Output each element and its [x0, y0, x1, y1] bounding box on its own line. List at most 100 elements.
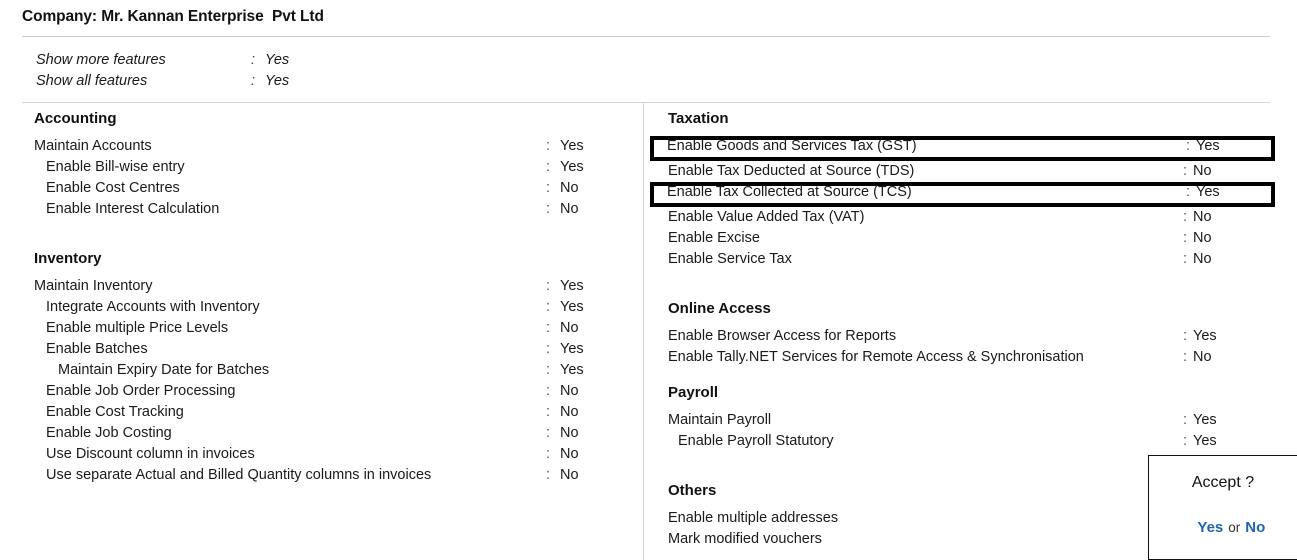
option-label: Use separate Actual and Billed Quantity …: [46, 467, 432, 483]
option-row[interactable]: Enable Excise: No: [651, 228, 1297, 249]
accept-actions: Yes or No: [1149, 502, 1297, 553]
option-value[interactable]: No: [560, 178, 579, 199]
option-row[interactable]: Enable Job Order Processing: No: [0, 381, 643, 402]
option-value[interactable]: Yes: [1193, 326, 1217, 347]
option-value[interactable]: No: [1193, 228, 1212, 249]
option-colon: :: [546, 341, 551, 357]
option-colon: :: [546, 362, 551, 378]
show-features-row[interactable]: Show all features: Yes: [36, 73, 356, 94]
option-value[interactable]: Yes: [560, 339, 584, 360]
option-label: Enable Job Order Processing: [46, 383, 236, 399]
option-value[interactable]: Yes: [1193, 410, 1217, 431]
option-row[interactable]: Maintain Expiry Date for Batches: Yes: [0, 360, 643, 381]
title-gap: [0, 267, 643, 276]
option-row[interactable]: Enable Interest Calculation: No: [0, 199, 643, 220]
option-row[interactable]: Integrate Accounts with Inventory: Yes: [0, 297, 643, 318]
accept-question-label: Accept ?: [1191, 474, 1255, 491]
option-colon: :: [1183, 230, 1188, 246]
option-row[interactable]: Enable Batches: Yes: [0, 339, 643, 360]
features-divider: [22, 102, 1270, 103]
option-row[interactable]: Enable multiple Price Levels: No: [0, 318, 643, 339]
option-value[interactable]: No: [560, 402, 579, 423]
option-value[interactable]: Yes: [1193, 431, 1217, 452]
option-label: Enable Batches: [46, 341, 148, 357]
option-row[interactable]: Enable Service Tax: No: [651, 249, 1297, 270]
section-title-taxation: Taxation: [668, 110, 729, 127]
option-row[interactable]: Use separate Actual and Billed Quantity …: [0, 465, 643, 486]
option-row[interactable]: Enable Bill-wise entry: Yes: [0, 157, 643, 178]
option-row[interactable]: Enable Value Added Tax (VAT): No: [651, 207, 1297, 228]
option-value[interactable]: No: [560, 423, 579, 444]
option-label: Enable Value Added Tax (VAT): [668, 209, 865, 225]
option-row[interactable]: Enable Tax Deducted at Source (TDS): No: [651, 161, 1297, 182]
option-row[interactable]: Maintain Payroll: Yes: [651, 410, 1297, 431]
option-row[interactable]: Enable Browser Access for Reports: Yes: [651, 326, 1297, 347]
title-gap: [651, 401, 1297, 410]
option-colon: :: [1186, 184, 1191, 200]
option-colon: :: [1186, 138, 1191, 154]
accept-dialog[interactable]: Accept ? Yes or No: [1148, 455, 1297, 560]
option-value[interactable]: Yes: [560, 276, 584, 297]
option-row[interactable]: Maintain Accounts: Yes: [0, 136, 643, 157]
option-value[interactable]: No: [560, 444, 579, 465]
option-row[interactable]: Enable Cost Centres: No: [0, 178, 643, 199]
option-row[interactable]: Enable Tally.NET Services for Remote Acc…: [651, 347, 1297, 368]
option-label: Enable multiple Price Levels: [46, 320, 229, 336]
left-column: Accounting Maintain Accounts: Yes Enable Bi…: [0, 110, 643, 486]
section-title-accounting: Accounting: [34, 110, 117, 127]
option-value[interactable]: No: [560, 199, 579, 220]
option-row-selected[interactable]: Enable Goods and Services Tax (GST): Yes: [650, 136, 1275, 161]
option-row[interactable]: Enable Cost Tracking: No: [0, 402, 643, 423]
option-label: Mark modified vouchers: [668, 531, 822, 547]
option-colon: :: [546, 180, 551, 196]
page-title: Company: Mr. Kannan Enterprise Pvt Ltd: [22, 8, 324, 25]
accept-or-label: or: [1228, 520, 1241, 535]
title-gap: [651, 317, 1297, 326]
show-features-colon: :: [251, 52, 256, 68]
option-label: Enable Job Costing: [46, 425, 172, 441]
option-row[interactable]: Use Discount column in invoices: No: [0, 444, 643, 465]
option-label: Enable Tally.NET Services for Remote Acc…: [668, 349, 1084, 365]
option-label: Enable Service Tax: [668, 251, 792, 267]
option-label: Enable Tax Deducted at Source (TDS): [668, 163, 915, 179]
option-colon: :: [1183, 433, 1188, 449]
accept-yes-button[interactable]: Yes: [1197, 519, 1223, 536]
show-features-value[interactable]: Yes: [265, 52, 289, 68]
option-row[interactable]: Maintain Inventory: Yes: [0, 276, 643, 297]
option-value[interactable]: No: [1193, 207, 1212, 228]
option-label: Enable Goods and Services Tax (GST): [667, 138, 917, 154]
option-label: Enable multiple addresses: [668, 510, 839, 526]
show-features-value[interactable]: Yes: [265, 73, 289, 89]
option-row[interactable]: Enable Payroll Statutory: Yes: [651, 431, 1297, 452]
title-gap: [0, 127, 643, 136]
section-title-inventory: Inventory: [34, 250, 102, 267]
option-value[interactable]: No: [560, 318, 579, 339]
option-row[interactable]: Enable Job Costing: No: [0, 423, 643, 444]
option-value[interactable]: Yes: [560, 297, 584, 318]
option-label: Integrate Accounts with Inventory: [46, 299, 260, 315]
option-value[interactable]: No: [560, 381, 579, 402]
option-colon: :: [1183, 251, 1188, 267]
option-value[interactable]: Yes: [560, 157, 584, 178]
option-row-selected[interactable]: Enable Tax Collected at Source (TCS): Yes: [650, 182, 1275, 207]
option-colon: :: [546, 404, 551, 420]
show-features-row[interactable]: Show more features: Yes: [36, 52, 356, 73]
title-divider: [22, 36, 1270, 37]
option-value[interactable]: Yes: [1196, 138, 1220, 155]
show-features-label: Show more features: [36, 52, 166, 68]
option-colon: :: [546, 320, 551, 336]
accept-no-button[interactable]: No: [1245, 519, 1265, 536]
option-value[interactable]: No: [560, 465, 579, 486]
option-value[interactable]: Yes: [1196, 184, 1220, 201]
option-colon: :: [546, 159, 551, 175]
option-value[interactable]: No: [1193, 347, 1212, 368]
option-value[interactable]: No: [1193, 249, 1212, 270]
option-value[interactable]: No: [1193, 161, 1212, 182]
option-value[interactable]: Yes: [560, 136, 584, 157]
option-value[interactable]: Yes: [560, 360, 584, 381]
option-label: Maintain Accounts: [34, 138, 152, 154]
option-label: Enable Cost Tracking: [46, 404, 184, 420]
option-colon: :: [546, 201, 551, 217]
option-label: Enable Payroll Statutory: [678, 433, 834, 449]
